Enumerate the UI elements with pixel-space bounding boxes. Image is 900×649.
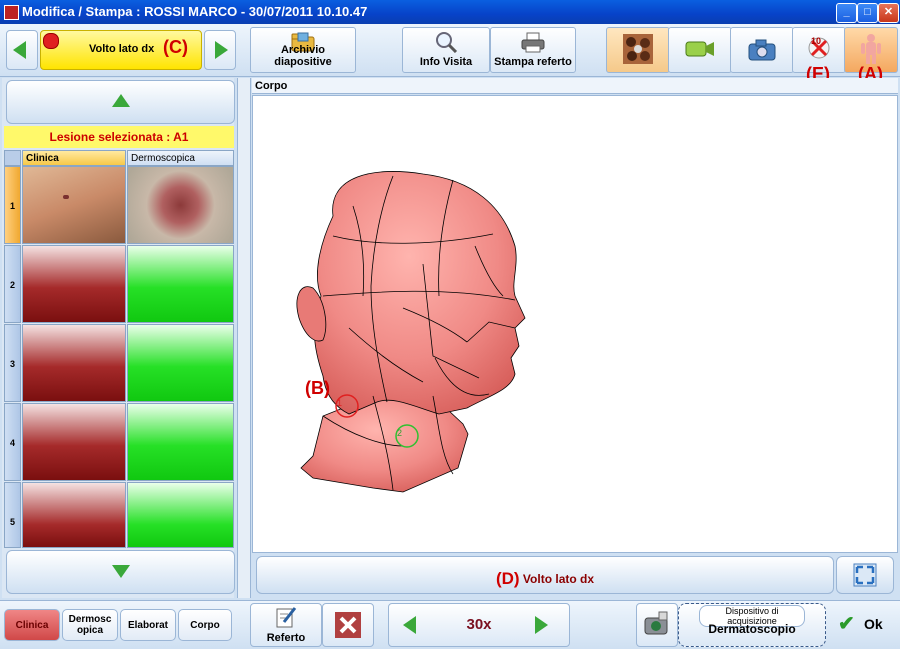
- grid-corner: [4, 150, 21, 166]
- dermoscopic-empty-slot[interactable]: [127, 245, 234, 323]
- view-label-group: (D) Volto lato dx: [257, 568, 833, 588]
- checkmark-icon: ✔: [838, 613, 855, 635]
- ok-label: Ok: [864, 616, 883, 632]
- lesion-selected-label: Lesione selezionata : A1: [4, 126, 234, 148]
- zoom-in-button[interactable]: [523, 610, 563, 640]
- scroll-down-button[interactable]: [6, 550, 235, 594]
- tab-dermoscopica[interactable]: Dermosc opica: [62, 609, 118, 641]
- expand-icon: [853, 563, 877, 587]
- record-dot-icon: [43, 33, 59, 49]
- photo-button[interactable]: [730, 27, 794, 73]
- arrow-left-icon: [13, 41, 26, 59]
- no-lesion-badge: 10: [811, 36, 822, 46]
- fullscreen-button[interactable]: [836, 556, 894, 594]
- close-button[interactable]: ✕: [878, 3, 899, 23]
- zoom-out-button[interactable]: [395, 610, 435, 640]
- info-visita-button[interactable]: Info Visita: [402, 27, 490, 73]
- clinical-empty-slot[interactable]: [22, 245, 126, 323]
- info-visita-label: Info Visita: [419, 56, 473, 68]
- panel-splitter[interactable]: [237, 78, 251, 598]
- magnifier-icon: [436, 32, 458, 53]
- view-selector[interactable]: Volto lato dx (C): [40, 30, 202, 70]
- clinical-empty-slot[interactable]: [22, 403, 126, 481]
- printer-icon: [521, 32, 545, 53]
- acquisition-device-selector[interactable]: Dispositivo di acquisizione Dermatoscopi…: [678, 603, 826, 647]
- delete-image-button[interactable]: [322, 603, 374, 647]
- view-label: Volto lato dx: [522, 572, 595, 586]
- head-model: [296, 171, 526, 493]
- body-map-canvas[interactable]: 1 2 (B): [252, 95, 898, 553]
- marker-label-2: 2: [397, 428, 403, 438]
- clinical-image[interactable]: [22, 166, 126, 244]
- dermoscopic-empty-slot[interactable]: [127, 482, 234, 548]
- referto-button[interactable]: Referto: [250, 603, 322, 647]
- stampa-referto-button[interactable]: Stampa referto: [490, 27, 576, 73]
- maximize-button[interactable]: □: [857, 3, 878, 23]
- next-view-button[interactable]: [204, 30, 236, 70]
- referto-label: Referto: [266, 632, 306, 644]
- section-title: Corpo: [252, 78, 898, 94]
- view-label-bar[interactable]: (D) Volto lato dx: [256, 556, 834, 594]
- annotation-c: (C): [163, 37, 188, 57]
- device-name: Dermatoscopio: [708, 622, 796, 636]
- column-header-dermoscopica[interactable]: Dermoscopica: [127, 150, 234, 166]
- toolbar: Volto lato dx (C) Archivio diapositive I…: [0, 24, 900, 84]
- dermatoscope-view-icon: [623, 34, 653, 64]
- dermoscopic-empty-slot[interactable]: [127, 403, 234, 481]
- dermoscopic-empty-slot[interactable]: [127, 324, 234, 402]
- window-title: Modifica / Stampa : ROSSI MARCO - 30/07/…: [22, 4, 368, 19]
- row-number[interactable]: 3: [4, 324, 21, 402]
- zoom-control: 30x: [388, 603, 570, 647]
- delete-image-icon: [335, 612, 361, 638]
- lesion-panel: Lesione selezionata : A1 Clinica Dermosc…: [2, 78, 235, 598]
- row-number[interactable]: 2: [4, 245, 21, 323]
- device-settings-button[interactable]: [636, 603, 678, 647]
- dermoscopic-image[interactable]: [127, 166, 234, 244]
- title-bar: Modifica / Stampa : ROSSI MARCO - 30/07/…: [0, 0, 900, 24]
- tab-elaborata[interactable]: Elaborat: [120, 609, 176, 641]
- row-number[interactable]: 5: [4, 482, 21, 548]
- pencil-document-icon: [276, 607, 297, 628]
- minimize-button[interactable]: _: [836, 3, 857, 23]
- bottom-bar: Clinica Dermosc opica Elaborat Corpo Ref…: [0, 600, 900, 649]
- video-camera-icon: [685, 41, 714, 57]
- view-selector-label: Volto lato dx: [89, 43, 155, 55]
- column-header-clinica[interactable]: Clinica: [22, 150, 126, 166]
- device-icon: [644, 611, 668, 635]
- arrow-right-icon: [535, 616, 548, 634]
- row-number[interactable]: 4: [4, 403, 21, 481]
- ok-button[interactable]: ✔ Ok: [830, 603, 896, 645]
- video-button[interactable]: [668, 27, 732, 73]
- annotation-b: (B): [305, 378, 330, 398]
- row-number[interactable]: 1: [4, 166, 21, 244]
- clinical-empty-slot[interactable]: [22, 482, 126, 548]
- prev-view-button[interactable]: [6, 30, 38, 70]
- annotation-d: (D): [495, 569, 520, 588]
- tab-corpo[interactable]: Corpo: [178, 609, 232, 641]
- clinical-empty-slot[interactable]: [22, 324, 126, 402]
- arrow-right-icon: [215, 41, 228, 59]
- photo-camera-icon: [748, 39, 776, 61]
- zoom-level: 30x: [466, 616, 492, 633]
- app-icon: [4, 5, 19, 20]
- body-map-icon: [861, 34, 881, 64]
- marker-label-1: 1: [337, 398, 343, 408]
- scroll-up-button[interactable]: [6, 80, 235, 124]
- tab-clinica[interactable]: Clinica: [4, 609, 60, 641]
- archivio-diapositive-button[interactable]: Archivio diapositive: [250, 27, 356, 73]
- arrow-down-icon: [112, 565, 130, 578]
- arrow-left-icon: [403, 616, 416, 634]
- archivio-diapositive-label: Archivio diapositive: [274, 44, 332, 68]
- stampa-referto-label: Stampa referto: [494, 56, 572, 68]
- dermatoscope-view-button[interactable]: [606, 27, 670, 73]
- arrow-up-icon: [112, 94, 130, 107]
